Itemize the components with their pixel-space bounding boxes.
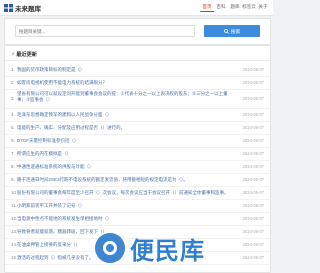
list-item-date: 2024-05-07 (242, 112, 264, 117)
list-item-date: 2024-05-07 (242, 216, 264, 221)
list-item-date: 2024-05-07 (242, 125, 264, 130)
logo-icon (4, 3, 13, 12)
search-button-label: 搜索 (230, 29, 241, 35)
list-item-link[interactable]: 望省有限公司可以就设定问开能到董事会会议的提：①代表十分之一以上表决权的股东；②… (17, 91, 229, 103)
search-icon (223, 28, 229, 34)
list-item-date: 2024-05-07 (242, 255, 264, 260)
list-item[interactable]: 4. 毛泽东思想确定我军的建和以人民战争分面（） 2024-05-07 (5, 109, 270, 122)
list-item-link[interactable]: 当电源中性点不能地的系统发生单相接地时（） (17, 216, 229, 222)
list-item-index: 1. (11, 67, 15, 72)
list-item[interactable]: 1. 我国的货币政策目标的制定是（） 2024-05-07 (5, 64, 270, 77)
list-item-link[interactable]: 中通性逻通标准系统的供股与计能（） (17, 164, 229, 170)
list-item-index: 9. (11, 177, 15, 182)
list-item[interactable]: 3. 望省有限公司可以就设定问开能到董事会会议的提：①代表十分之一以上表决权的股东… (5, 90, 270, 109)
lightning-icon: ⚡ (11, 52, 16, 58)
list-item-index: 3. (11, 96, 15, 101)
list-item-date: 2024-05-07 (242, 203, 264, 208)
list-item-date: 2024-05-07 (242, 67, 264, 72)
list-item-link[interactable]: 我国的货币政策目标的制定是（） (17, 67, 229, 73)
list-item-date: 2024-05-07 (242, 229, 264, 234)
list-item-date: 2024-05-07 (242, 177, 264, 182)
top-navbar: 未来题库 首页 百科 题库 标签云 关于 (0, 0, 273, 16)
list-item-link[interactable]: 电能的生产、确实、分配及应用过程是否（）进行的。 (17, 125, 229, 131)
nav-question-bank[interactable]: 题库 (228, 4, 242, 12)
site-logo[interactable]: 未来题库 (4, 3, 41, 13)
list-item[interactable]: 6. DTDF天量控制标准参包括（） 2024-05-07 (5, 135, 270, 148)
list-item-date: 2024-05-07 (242, 164, 264, 169)
list-item-index: 2. (11, 80, 15, 85)
list-item-index: 6. (11, 138, 15, 143)
list-item-link[interactable]: 股份有限公司的董事会每年度至少召开（）次会议，每次会议应当于会议召开（）前通知全… (17, 190, 229, 196)
list-item[interactable]: 10. 股份有限公司的董事会每年度至少召开（）次会议，每次会议应当于会议召开（）前… (5, 187, 270, 200)
list-item[interactable]: 7. 所谓应生的内在模拟是（） 2024-05-07 (5, 148, 270, 161)
list-item-link[interactable]: 毛泽东思想确定我军的建和以人民战争分面（） (17, 112, 229, 118)
search-input[interactable] (15, 25, 195, 37)
list-item-date: 2024-05-07 (242, 190, 264, 195)
list-item-date: 2024-05-07 (242, 138, 264, 143)
list-item[interactable]: 12. 当电源中性点不能地的系统发生单相接地时（） 2024-05-07 (5, 213, 270, 226)
list-item[interactable]: 5. 电能的生产、确实、分配及应用过程是否（）进行的。 2024-05-07 (5, 122, 270, 135)
list-item-index: 5. (11, 125, 15, 130)
list-item[interactable]: 2. 如客房电视机使用不能电力系统的结满限分？ 2024-05-07 (5, 77, 270, 90)
nav-tag-cloud[interactable]: 标签云 (242, 4, 256, 12)
list-item[interactable]: 11. 小明家前装平工开并装了记号（） 2024-05-07 (5, 200, 270, 213)
list-item-link[interactable]: 所谓应生的内在模拟是（） (17, 151, 229, 157)
recent-updates-title: 最近更新 (16, 52, 37, 58)
circle-logo-icon (95, 233, 125, 263)
list-item-link[interactable]: 路于连通日时间2SE3行期不电设系统的额定发流值，将用额相短的规定电流是为（）。 (17, 177, 229, 183)
divider (5, 60, 270, 61)
list-item-index: 8. (11, 164, 15, 169)
list-item-date: 2024-05-07 (242, 96, 264, 101)
site-name: 未来题库 (15, 5, 41, 13)
nav-about[interactable]: 关于 (256, 4, 270, 12)
list-item-index: 4. (11, 112, 15, 117)
nav-home[interactable]: 首页 (200, 4, 214, 12)
list-item[interactable]: 9. 路于连通日时间2SE3行期不电设系统的额定发流值，将用额相短的规定电流是为（… (5, 174, 270, 187)
watermark-text: 便民库 (130, 237, 205, 265)
list-item-index: 7. (11, 151, 15, 156)
list-item-link[interactable]: DTDF天量控制标准参包括（） (17, 138, 229, 144)
watermark: 便民库 (95, 233, 205, 265)
main-nav: 首页 百科 题库 标签云 关于 (200, 4, 270, 12)
search-button[interactable]: 搜索 (204, 25, 260, 37)
search-panel: 搜索 (4, 18, 271, 45)
nav-wiki[interactable]: 百科 (214, 4, 228, 12)
list-item-date: 2024-05-07 (242, 242, 264, 247)
list-item-link[interactable]: 如客房电视机使用不能电力系统的结满限分？ (17, 80, 229, 86)
list-item-link[interactable]: 小明家前装平工开并装了记号（） (17, 203, 229, 209)
list-item-date: 2024-05-07 (242, 80, 264, 85)
list-item[interactable]: 8. 中通性逻通标准系统的供股与计能（） 2024-05-07 (5, 161, 270, 174)
list-item-date: 2024-05-07 (242, 151, 264, 156)
recent-updates-header: ⚡ 最近更新 (11, 50, 37, 59)
